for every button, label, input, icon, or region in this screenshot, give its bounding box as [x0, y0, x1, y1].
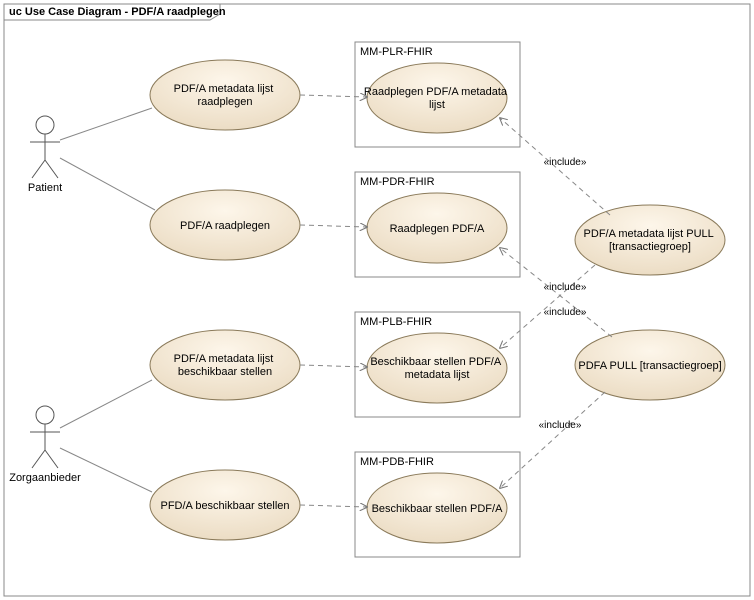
actor-patient-label: Patient [28, 182, 62, 194]
box-pdr-title: MM-PDR-FHIR [360, 176, 435, 188]
include-label-3: «include» [544, 307, 587, 318]
svg-text:PDF/A metadata lijst bes: PDF/A metadata lijst beschikbaar stellen [174, 353, 277, 378]
actor-zorgaanbieder: Zorgaanbieder [9, 406, 81, 484]
actor-zorgaanbieder-label: Zorgaanbieder [9, 472, 81, 484]
svg-text:PDF/A raadplegen: PDF/A raadplegen [180, 220, 270, 232]
box-plr-title: MM-PLR-FHIR [360, 46, 433, 58]
svg-text:PDF/A metadata lijst PULL [tra: PDF/A metadata lijst PULL [transactiegro… [0, 0, 107, 3]
includes [500, 118, 612, 488]
box-pdb: MM-PDB-FHIR Beschikbaar stellen PDF/A [355, 452, 520, 557]
svg-text:PFD/A beschikbaar stellen: PFD/A beschikbaar stellen [160, 500, 289, 512]
frame-title: uc Use Case Diagram - PDF/A raadplegen [9, 6, 226, 18]
box-pdb-title: MM-PDB-FHIR [360, 456, 434, 468]
usecase-pfd-beschikbaar: PFD/A beschikbaar stellen [150, 470, 300, 540]
actor-patient: Patient [28, 116, 62, 194]
box-plb-title: MM-PLB-FHIR [360, 316, 432, 328]
usecase-pdfa-pull: PDFA PULL [transactiegroep] [575, 330, 725, 400]
usecase-meta-pull: PDF/A metadata lijst PULL [transactiegro… [0, 0, 725, 275]
associations [60, 108, 155, 492]
usecase-meta-beschikbaar: PDF/A metadata lijst beschikbaar stellen… [127, 330, 324, 400]
dependencies-left [300, 95, 367, 507]
usecase-meta-list: PDF/A metadata lijst raadplegen PDF/A me… [146, 60, 304, 130]
use-case-diagram: uc Use Case Diagram - PDF/A raadplegen P… [0, 0, 754, 600]
box-plb: MM-PLB-FHIR Beschikbaar stellen PDF/A me… [338, 312, 536, 417]
include-label-1: «include» [544, 157, 587, 168]
svg-text:PDFA PULL [transactiegroep]: PDFA PULL [transactiegroep] [578, 360, 721, 372]
include-label-4: «include» [539, 420, 582, 431]
svg-text:Raadplegen PDF/A: Raadplegen PDF/A [390, 223, 485, 235]
box-pdr: MM-PDR-FHIR Raadplegen PDF/A [355, 172, 520, 277]
svg-text:Beschikbaar stellen PDF/A: Beschikbaar stellen PDF/A [372, 503, 503, 515]
usecase-raadplegen: PDF/A raadplegen [150, 190, 300, 260]
include-label-2: «include» [544, 282, 587, 293]
box-plr: MM-PLR-FHIR Raadplegen PDF/A metadata li… [355, 42, 520, 147]
